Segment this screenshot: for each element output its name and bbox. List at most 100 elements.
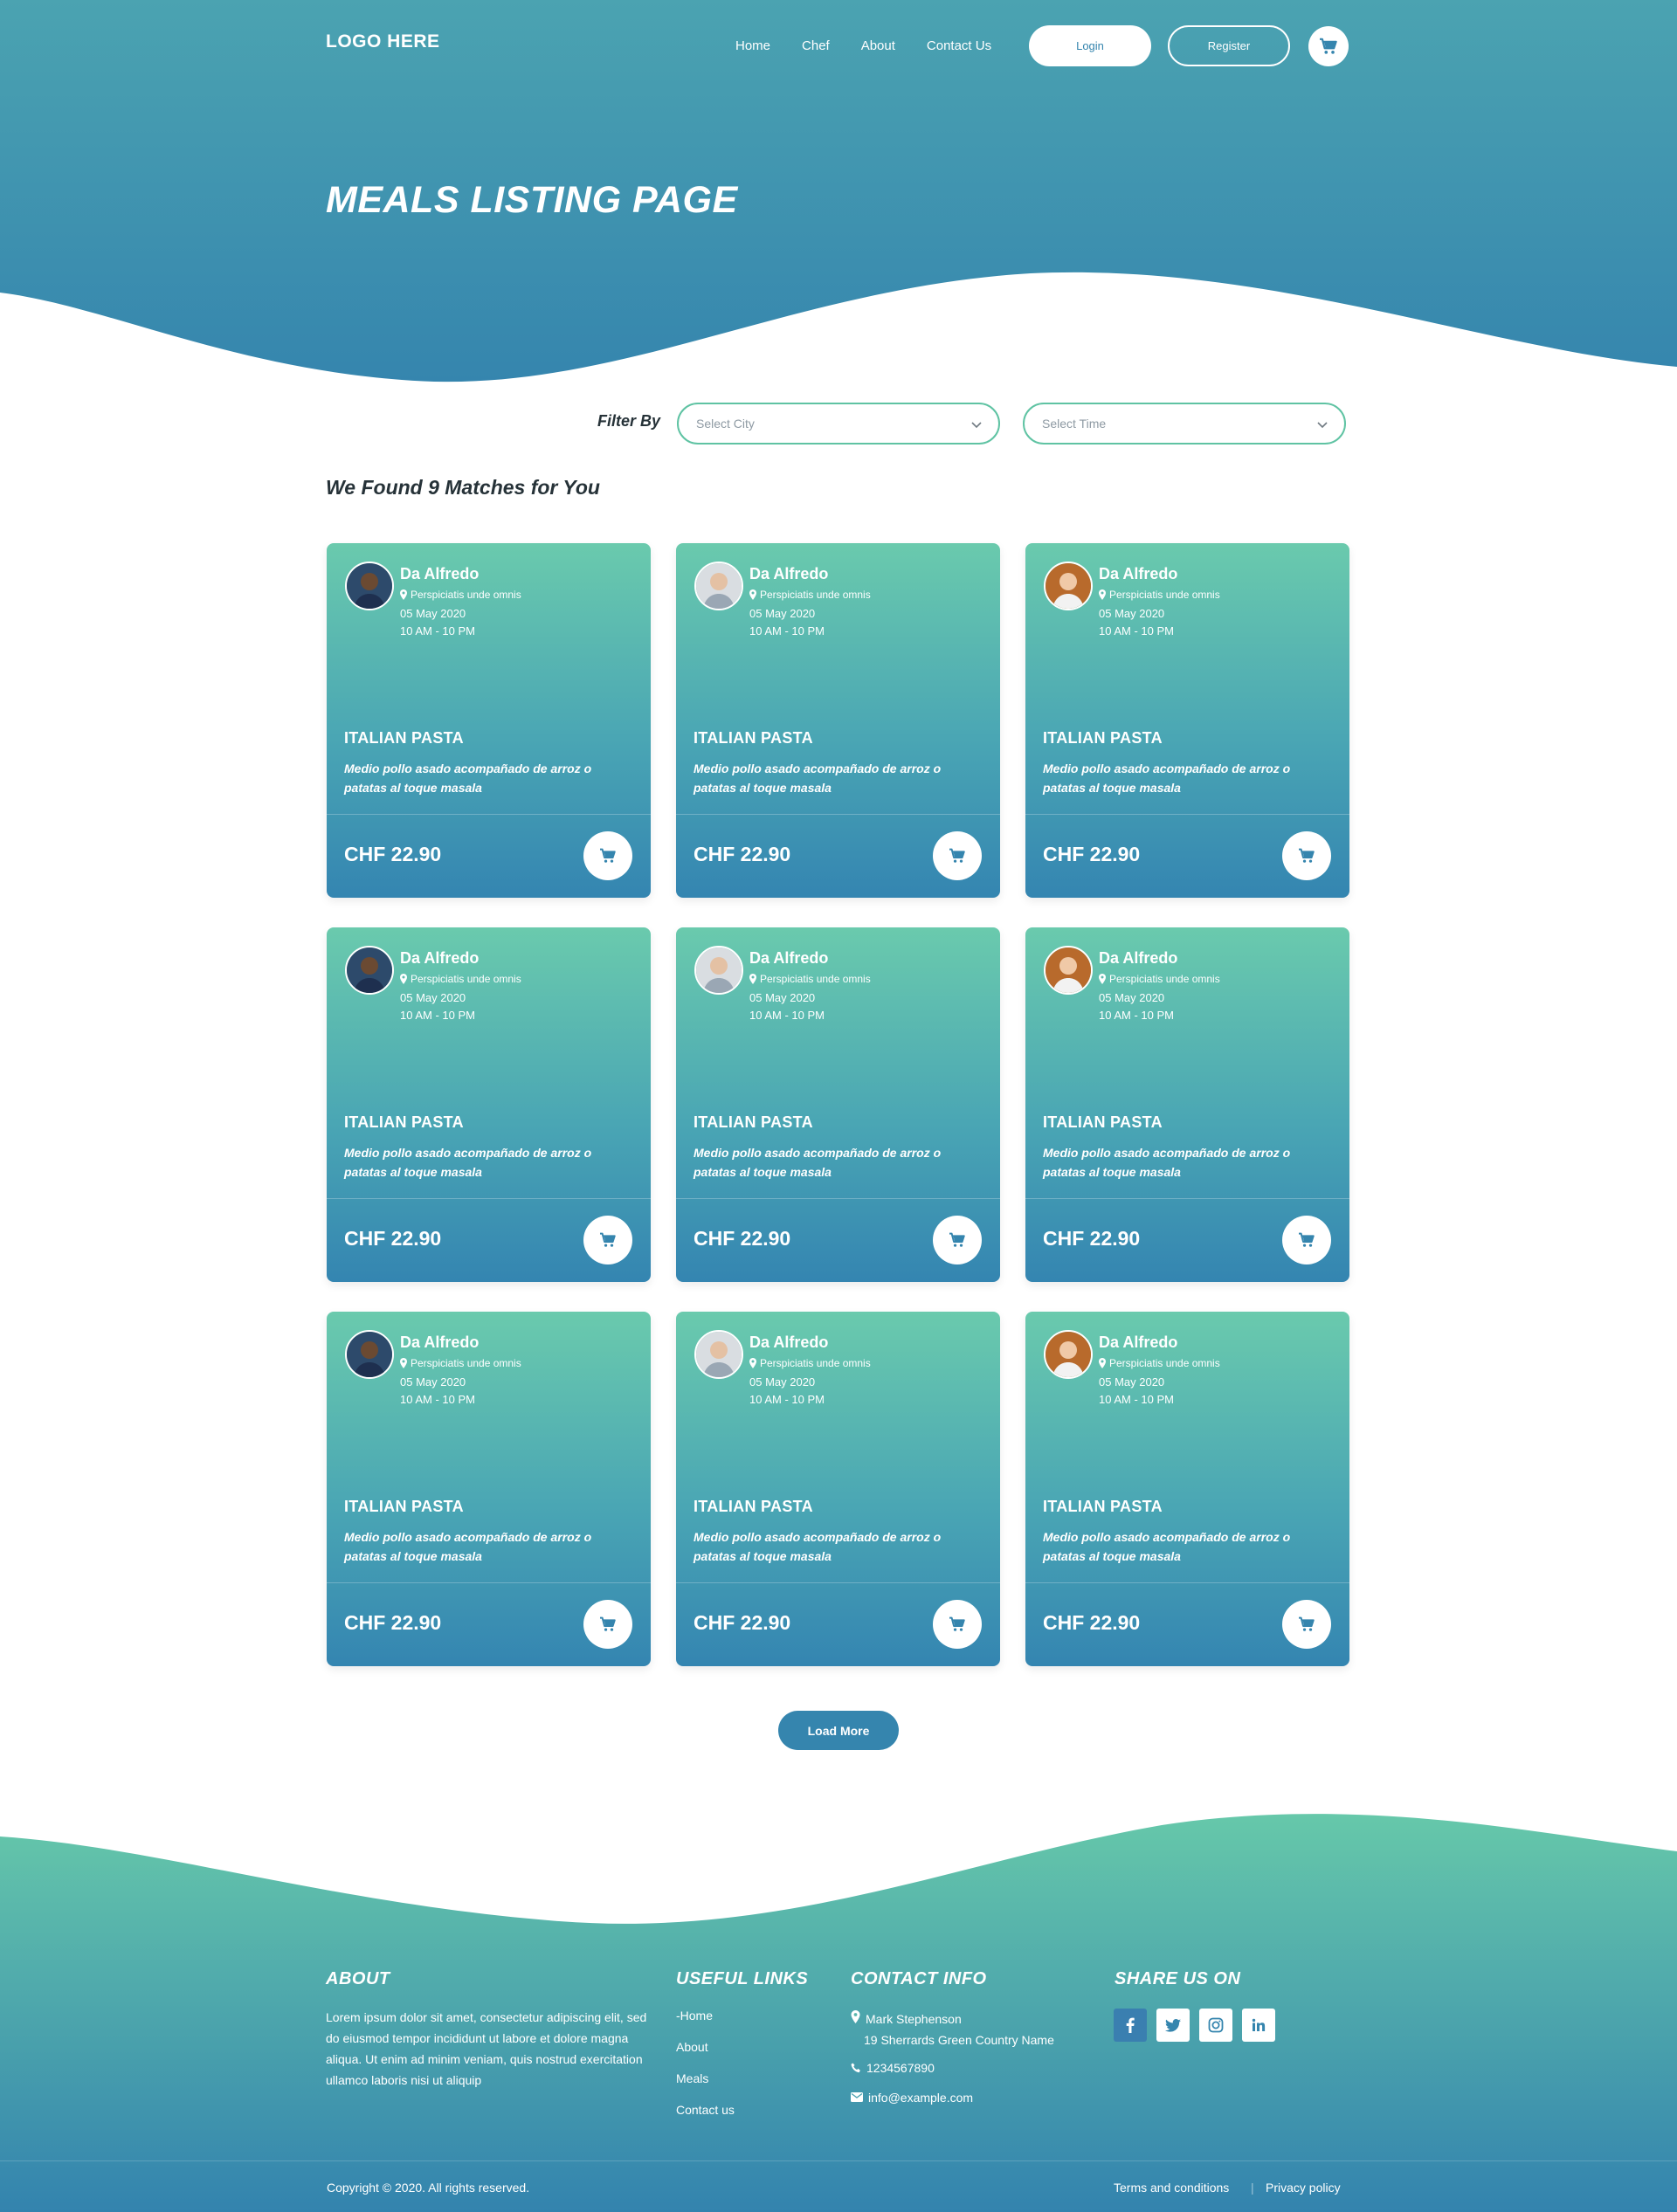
facebook-button[interactable] (1114, 2009, 1147, 2042)
meal-date: 05 May 2020 (400, 1375, 466, 1389)
add-to-cart-button[interactable] (1282, 1600, 1331, 1649)
meal-price: CHF 22.90 (694, 1227, 791, 1250)
contact-phone-text[interactable]: 1234567890 (866, 2061, 935, 2075)
time-select-placeholder: Select Time (1042, 417, 1107, 431)
add-to-cart-button[interactable] (933, 1600, 982, 1649)
copyright-text: Copyright © 2020. All rights reserved. (327, 2181, 530, 2195)
meal-description: Medio pollo asado acompañado de arroz o … (344, 1146, 592, 1179)
chef-location-text: Perspiciatis unde omnis (760, 1357, 871, 1369)
meal-card-6[interactable]: Da Alfredo Perspiciatis unde omnis 05 Ma… (1025, 927, 1349, 1282)
meal-description: Medio pollo asado acompañado de arroz o … (694, 761, 942, 795)
hero-banner: LOGO HERE Home Chef About Contact Us Log… (0, 0, 1677, 384)
chef-location: Perspiciatis unde omnis (749, 1357, 871, 1369)
terms-link[interactable]: Terms and conditions (1114, 2181, 1229, 2195)
meal-title: ITALIAN PASTA (344, 729, 464, 747)
nav-home[interactable]: Home (735, 38, 770, 53)
footer-share-title: SHARE US ON (1115, 1969, 1241, 1988)
cart-icon (1299, 1232, 1315, 1247)
chef-avatar (345, 562, 394, 610)
meal-date: 05 May 2020 (400, 991, 466, 1004)
meal-hours: 10 AM - 10 PM (749, 1009, 825, 1022)
location-pin-icon (749, 1358, 756, 1368)
meal-hours: 10 AM - 10 PM (1099, 624, 1174, 637)
add-to-cart-button[interactable] (583, 1216, 632, 1264)
add-to-cart-button[interactable] (933, 1216, 982, 1264)
add-to-cart-button[interactable] (933, 831, 982, 880)
nav-about[interactable]: About (861, 38, 895, 53)
contact-email-text[interactable]: info@example.com (868, 2091, 973, 2105)
footer-about-title: ABOUT (326, 1969, 390, 1988)
location-pin-icon (400, 589, 407, 600)
footer-link-home[interactable]: -Home (676, 2009, 713, 2022)
meal-hours: 10 AM - 10 PM (749, 624, 825, 637)
footer-link-contact[interactable]: Contact us (676, 2103, 735, 2117)
meal-date: 05 May 2020 (400, 607, 466, 620)
chef-name: Da Alfredo (1099, 565, 1178, 582)
login-button[interactable]: Login (1029, 25, 1151, 66)
card-divider (327, 814, 651, 815)
chef-name: Da Alfredo (1099, 1333, 1178, 1351)
nav-cart-button[interactable] (1308, 26, 1349, 66)
meal-card-7[interactable]: Da Alfredo Perspiciatis unde omnis 05 Ma… (327, 1312, 651, 1666)
linkedin-button[interactable] (1242, 2009, 1275, 2042)
meal-price: CHF 22.90 (1043, 1611, 1141, 1634)
cart-icon (600, 848, 616, 863)
load-more-button[interactable]: Load More (778, 1711, 899, 1750)
twitter-button[interactable] (1156, 2009, 1190, 2042)
instagram-button[interactable] (1199, 2009, 1232, 2042)
location-pin-icon (1099, 1358, 1106, 1368)
meal-date: 05 May 2020 (1099, 991, 1165, 1004)
meal-card-2[interactable]: Da Alfredo Perspiciatis unde omnis 05 Ma… (676, 543, 1000, 898)
privacy-link[interactable]: Privacy policy (1266, 2181, 1341, 2195)
time-select[interactable]: Select Time (1023, 403, 1346, 444)
meal-date: 05 May 2020 (749, 991, 816, 1004)
email-icon (851, 2092, 863, 2102)
meal-title: ITALIAN PASTA (344, 1498, 464, 1515)
chef-avatar-image (1046, 563, 1091, 609)
meal-card-4[interactable]: Da Alfredo Perspiciatis unde omnis 05 Ma… (327, 927, 651, 1282)
add-to-cart-button[interactable] (583, 831, 632, 880)
footer-link-about[interactable]: About (676, 2040, 708, 2054)
chef-avatar (694, 562, 743, 610)
meal-description: Medio pollo asado acompañado de arroz o … (1043, 761, 1291, 795)
chef-avatar-image (347, 1332, 392, 1377)
chef-name: Da Alfredo (749, 565, 829, 582)
logo[interactable]: LOGO HERE (326, 31, 440, 52)
nav-chef[interactable]: Chef (802, 38, 830, 53)
facebook-icon (1126, 2017, 1135, 2033)
linkedin-icon (1252, 2018, 1266, 2031)
card-divider (327, 1582, 651, 1583)
chef-avatar (1044, 562, 1093, 610)
meal-description: Medio pollo asado acompañado de arroz o … (1043, 1530, 1291, 1563)
cart-icon (949, 1232, 965, 1247)
meal-hours: 10 AM - 10 PM (400, 1009, 475, 1022)
add-to-cart-button[interactable] (1282, 831, 1331, 880)
chef-location: Perspiciatis unde omnis (400, 973, 521, 985)
location-pin-icon (1099, 589, 1106, 600)
chevron-down-icon (971, 422, 982, 429)
meal-card-8[interactable]: Da Alfredo Perspiciatis unde omnis 05 Ma… (676, 1312, 1000, 1666)
meal-card-3[interactable]: Da Alfredo Perspiciatis unde omnis 05 Ma… (1025, 543, 1349, 898)
add-to-cart-button[interactable] (1282, 1216, 1331, 1264)
city-select[interactable]: Select City (677, 403, 1000, 444)
location-pin-icon (1099, 974, 1106, 984)
footer-link-meals[interactable]: Meals (676, 2071, 708, 2085)
meal-card-1[interactable]: Da Alfredo Perspiciatis unde omnis 05 Ma… (327, 543, 651, 898)
cart-icon (1299, 1616, 1315, 1631)
phone-icon (851, 2063, 860, 2073)
add-to-cart-button[interactable] (583, 1600, 632, 1649)
register-button[interactable]: Register (1168, 25, 1290, 66)
chef-location: Perspiciatis unde omnis (400, 589, 521, 601)
meal-card-5[interactable]: Da Alfredo Perspiciatis unde omnis 05 Ma… (676, 927, 1000, 1282)
meal-date: 05 May 2020 (749, 607, 816, 620)
chef-name: Da Alfredo (400, 949, 480, 967)
chef-avatar-image (347, 563, 392, 609)
card-divider (676, 814, 1000, 815)
meal-title: ITALIAN PASTA (694, 1113, 813, 1131)
meal-price: CHF 22.90 (1043, 1227, 1141, 1250)
nav-contact[interactable]: Contact Us (927, 38, 991, 53)
chef-location-text: Perspiciatis unde omnis (1109, 1357, 1220, 1369)
meal-title: ITALIAN PASTA (1043, 1113, 1163, 1131)
chef-location: Perspiciatis unde omnis (749, 973, 871, 985)
meal-card-9[interactable]: Da Alfredo Perspiciatis unde omnis 05 Ma… (1025, 1312, 1349, 1666)
